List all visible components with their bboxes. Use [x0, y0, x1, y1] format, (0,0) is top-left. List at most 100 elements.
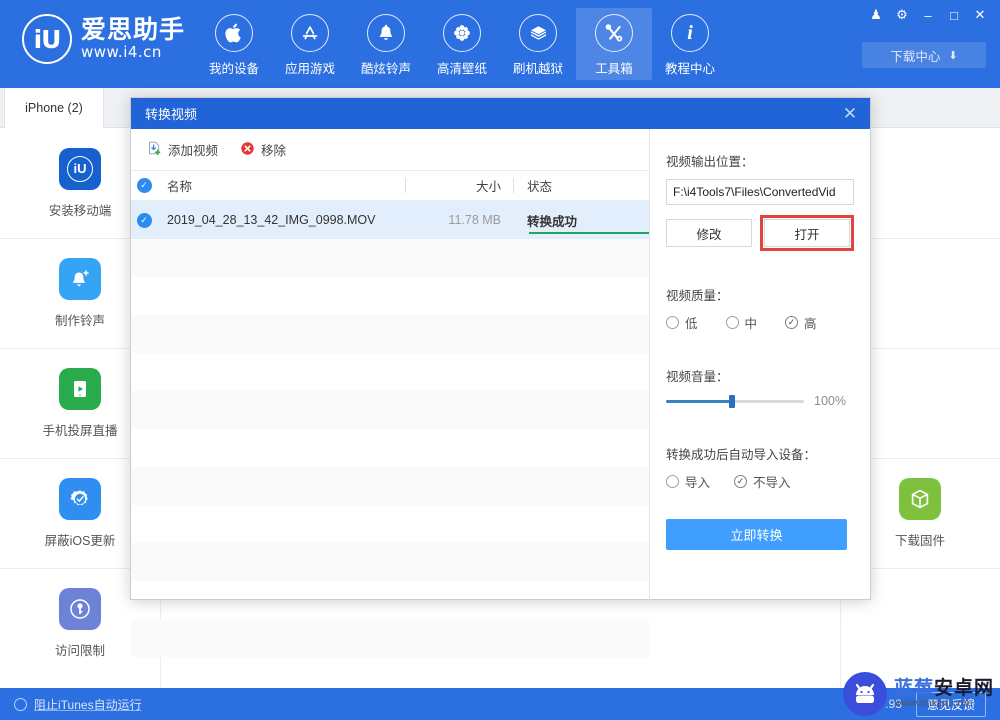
volume-slider-fill: [666, 399, 732, 403]
list-column-header: ✓ 名称 大小 状态: [131, 171, 649, 201]
remove-label: 移除: [261, 144, 287, 158]
nav-item-flash-jailbreak[interactable]: 刷机越狱: [500, 8, 576, 80]
quality-option-high[interactable]: ✓ 高: [785, 313, 817, 332]
output-path-input[interactable]: [666, 179, 854, 205]
nav-item-my-device[interactable]: 我的设备: [196, 8, 272, 80]
radio-icon: [725, 316, 739, 329]
row-checkbox[interactable]: ✓: [131, 212, 157, 228]
table-row-empty: [131, 277, 649, 315]
nav-label: 工具箱: [595, 62, 633, 76]
appstore-icon: [291, 14, 329, 52]
download-center-button[interactable]: 下载中心 ⬇: [862, 42, 986, 68]
add-video-button[interactable]: 添加视频: [147, 140, 218, 159]
nav-item-apps-games[interactable]: 应用游戏: [272, 8, 348, 80]
dialog-titlebar: 转换视频 ✕: [131, 98, 870, 129]
video-list-panel: 添加视频 移除 ✓ 名称 大小 状态 ✓ 2019_04_28_13_42_IM…: [131, 129, 650, 657]
remove-button[interactable]: 移除: [240, 140, 286, 159]
convert-now-button[interactable]: 立即转换: [666, 519, 847, 550]
auto-import-label: 转换成功后自动导入设备：: [666, 448, 817, 462]
watermark-url: www.lmkjst.com: [893, 697, 973, 710]
tool-label: 下载固件: [894, 533, 945, 548]
tab-iphone[interactable]: iPhone (2): [4, 88, 104, 128]
nav-label: 高清壁纸: [436, 62, 487, 76]
column-header-size[interactable]: 大小: [405, 176, 513, 195]
skin-icon[interactable]: ♟: [864, 4, 888, 26]
quality-option-medium[interactable]: 中: [725, 313, 758, 332]
progress-bar: [529, 232, 649, 234]
settings-gear-icon[interactable]: ⚙: [890, 4, 914, 26]
tool-label: 屏蔽iOS更新: [44, 533, 116, 548]
window-controls: ♟ ⚙ – □ ✕: [864, 4, 992, 26]
nav-label: 应用游戏: [284, 62, 335, 76]
volume-slider[interactable]: [666, 394, 804, 408]
brand-logo[interactable]: iU 爱思助手 www.i4.cn: [22, 14, 185, 64]
block-itunes-toggle[interactable]: 阻止iTunes自动运行: [14, 696, 142, 713]
radio-icon: [666, 316, 679, 329]
table-row-empty: [131, 467, 649, 505]
app-header: iU 爱思助手 www.i4.cn 我的设备 应用游戏 酷炫铃声 高清壁纸 刷机…: [0, 0, 1000, 88]
brand-title: 爱思助手: [81, 15, 186, 44]
site-watermark: 蓝莓安卓网 www.lmkjst.com: [842, 672, 994, 716]
cell-size: 11.78 MB: [448, 213, 501, 227]
column-header-name[interactable]: 名称: [157, 176, 405, 195]
i4-app-icon: iU: [59, 147, 101, 190]
path-buttons: 修改 打开: [666, 215, 854, 251]
watermark-text: 蓝莓安卓网 www.lmkjst.com: [893, 677, 994, 710]
watermark-title-blue: 蓝莓: [893, 677, 934, 699]
nav-item-tutorials[interactable]: i 教程中心: [652, 8, 728, 80]
watermark-title: 蓝莓安卓网: [893, 677, 994, 699]
table-row-empty: [131, 391, 649, 429]
column-separator: [513, 178, 514, 193]
nav-item-toolbox[interactable]: 工具箱: [576, 8, 652, 80]
block-itunes-label: 阻止iTunes自动运行: [34, 697, 142, 712]
android-robot-icon: [842, 672, 887, 716]
app-window: iU 爱思助手 www.i4.cn 我的设备 应用游戏 酷炫铃声 高清壁纸 刷机…: [0, 0, 1000, 720]
open-button-highlight: 打开: [760, 215, 854, 251]
import-option-no[interactable]: ✓ 不导入: [734, 472, 791, 491]
convert-video-dialog: 转换视频 ✕ 添加视频 移除 ✓ 名称 大小 状态 ✓ 2019_04_28_1…: [130, 97, 871, 657]
main-nav: 我的设备 应用游戏 酷炫铃声 高清壁纸 刷机越狱 工具箱 i 教程中心: [196, 8, 728, 80]
table-row-empty: [131, 239, 649, 277]
tools-icon: [595, 14, 633, 52]
volume-slider-row: 100%: [666, 394, 854, 408]
maximize-icon[interactable]: □: [942, 4, 966, 26]
brand-text: 爱思助手 www.i4.cn: [81, 15, 186, 61]
download-center-label: 下载中心: [890, 49, 941, 64]
check-icon: ✓: [136, 178, 152, 193]
volume-value-label: 100%: [814, 394, 846, 408]
table-row[interactable]: ✓ 2019_04_28_13_42_IMG_0998.MOV 11.78 MB 转换…: [131, 201, 649, 239]
tool-label: 制作铃声: [54, 313, 105, 328]
add-video-label: 添加视频: [168, 144, 219, 158]
cell-name: 2019_04_28_13_42_IMG_0998.MOV: [167, 213, 376, 227]
dialog-body: 添加视频 移除 ✓ 名称 大小 状态 ✓ 2019_04_28_13_42_IM…: [131, 129, 870, 657]
modify-path-button[interactable]: 修改: [666, 219, 752, 247]
import-option-label: 不导入: [753, 476, 791, 490]
table-row-empty: [131, 315, 649, 353]
dialog-close-icon[interactable]: ✕: [830, 98, 870, 129]
select-all-checkbox[interactable]: ✓: [131, 178, 157, 193]
dialog-title-label: 转换视频: [145, 107, 198, 122]
tool-label: 手机投屏直播: [42, 423, 118, 438]
quality-option-label: 高: [804, 317, 817, 331]
column-header-status[interactable]: 状态: [513, 176, 613, 195]
firmware-box-icon: [899, 477, 941, 520]
table-row-empty: [131, 429, 649, 467]
check-icon: ✓: [136, 212, 152, 228]
nav-label: 教程中心: [664, 62, 715, 76]
import-option-label: 导入: [685, 476, 711, 490]
quality-option-label: 中: [744, 317, 758, 331]
open-path-button[interactable]: 打开: [764, 219, 850, 247]
minimize-icon[interactable]: –: [916, 4, 940, 26]
nav-label: 刷机越狱: [512, 62, 563, 76]
close-icon[interactable]: ✕: [968, 4, 992, 26]
import-option-yes[interactable]: 导入: [666, 472, 710, 491]
screen-cast-icon: [59, 367, 101, 410]
video-volume-label: 视频音量：: [666, 370, 729, 384]
nav-item-wallpapers[interactable]: 高清壁纸: [424, 8, 500, 80]
volume-slider-handle[interactable]: [729, 394, 735, 408]
nav-item-ringtones[interactable]: 酷炫铃声: [348, 8, 424, 80]
flower-icon: [443, 14, 481, 52]
video-list[interactable]: ✓ 2019_04_28_13_42_IMG_0998.MOV 11.78 MB 转换…: [131, 201, 649, 657]
quality-option-low[interactable]: 低: [666, 313, 698, 332]
radio-icon: [666, 475, 679, 488]
